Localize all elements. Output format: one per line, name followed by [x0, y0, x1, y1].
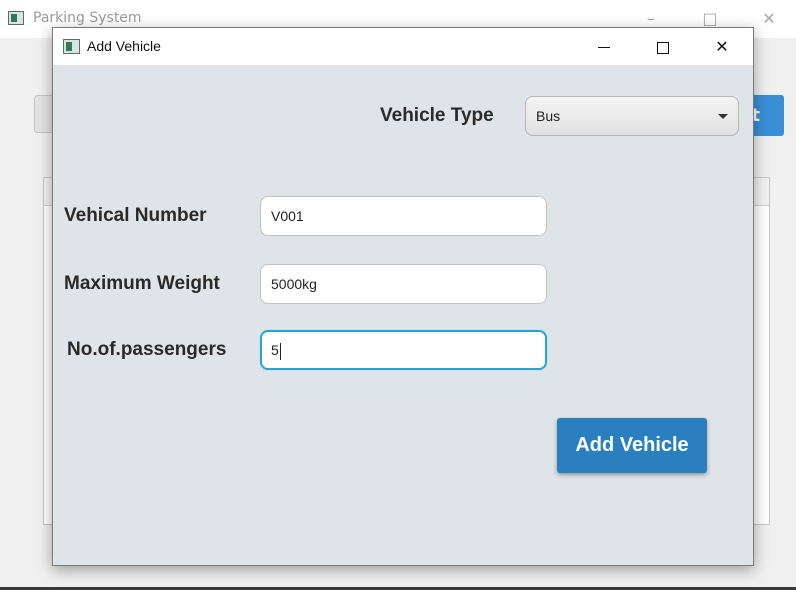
- main-window-title: Parking System: [33, 10, 142, 26]
- vehicle-type-label: Vehicle Type: [380, 105, 494, 126]
- chevron-down-icon: [718, 114, 728, 119]
- maximum-weight-field[interactable]: 5000kg: [260, 264, 547, 304]
- minimize-icon[interactable]: [587, 35, 621, 59]
- vehicle-type-value: Bus: [536, 108, 561, 124]
- main-close-icon[interactable]: ✕: [754, 8, 784, 30]
- passengers-value: 5: [271, 342, 279, 358]
- dialog-titlebar: Add Vehicle ✕: [53, 28, 753, 65]
- text-caret: [279, 342, 281, 360]
- maximum-weight-value: 5000kg: [271, 276, 317, 292]
- dialog-title: Add Vehicle: [87, 38, 161, 54]
- passengers-field[interactable]: 5: [260, 330, 547, 370]
- app-window-icon: [8, 11, 24, 25]
- vehicle-type-select[interactable]: Bus: [525, 96, 739, 136]
- vehicle-number-label: Vehical Number: [64, 205, 207, 226]
- close-icon[interactable]: ✕: [705, 35, 739, 59]
- vehicle-number-field[interactable]: V001: [260, 196, 547, 236]
- maximum-weight-label: Maximum Weight: [64, 273, 220, 294]
- add-vehicle-dialog: Add Vehicle ✕ Vehicle Type Bus Vehical N…: [52, 27, 754, 566]
- add-vehicle-button[interactable]: Add Vehicle: [557, 418, 707, 473]
- app-window-icon: [63, 39, 80, 54]
- maximize-icon[interactable]: [646, 35, 680, 59]
- passengers-label: No.of.passengers: [67, 339, 227, 360]
- vehicle-number-value: V001: [271, 208, 304, 224]
